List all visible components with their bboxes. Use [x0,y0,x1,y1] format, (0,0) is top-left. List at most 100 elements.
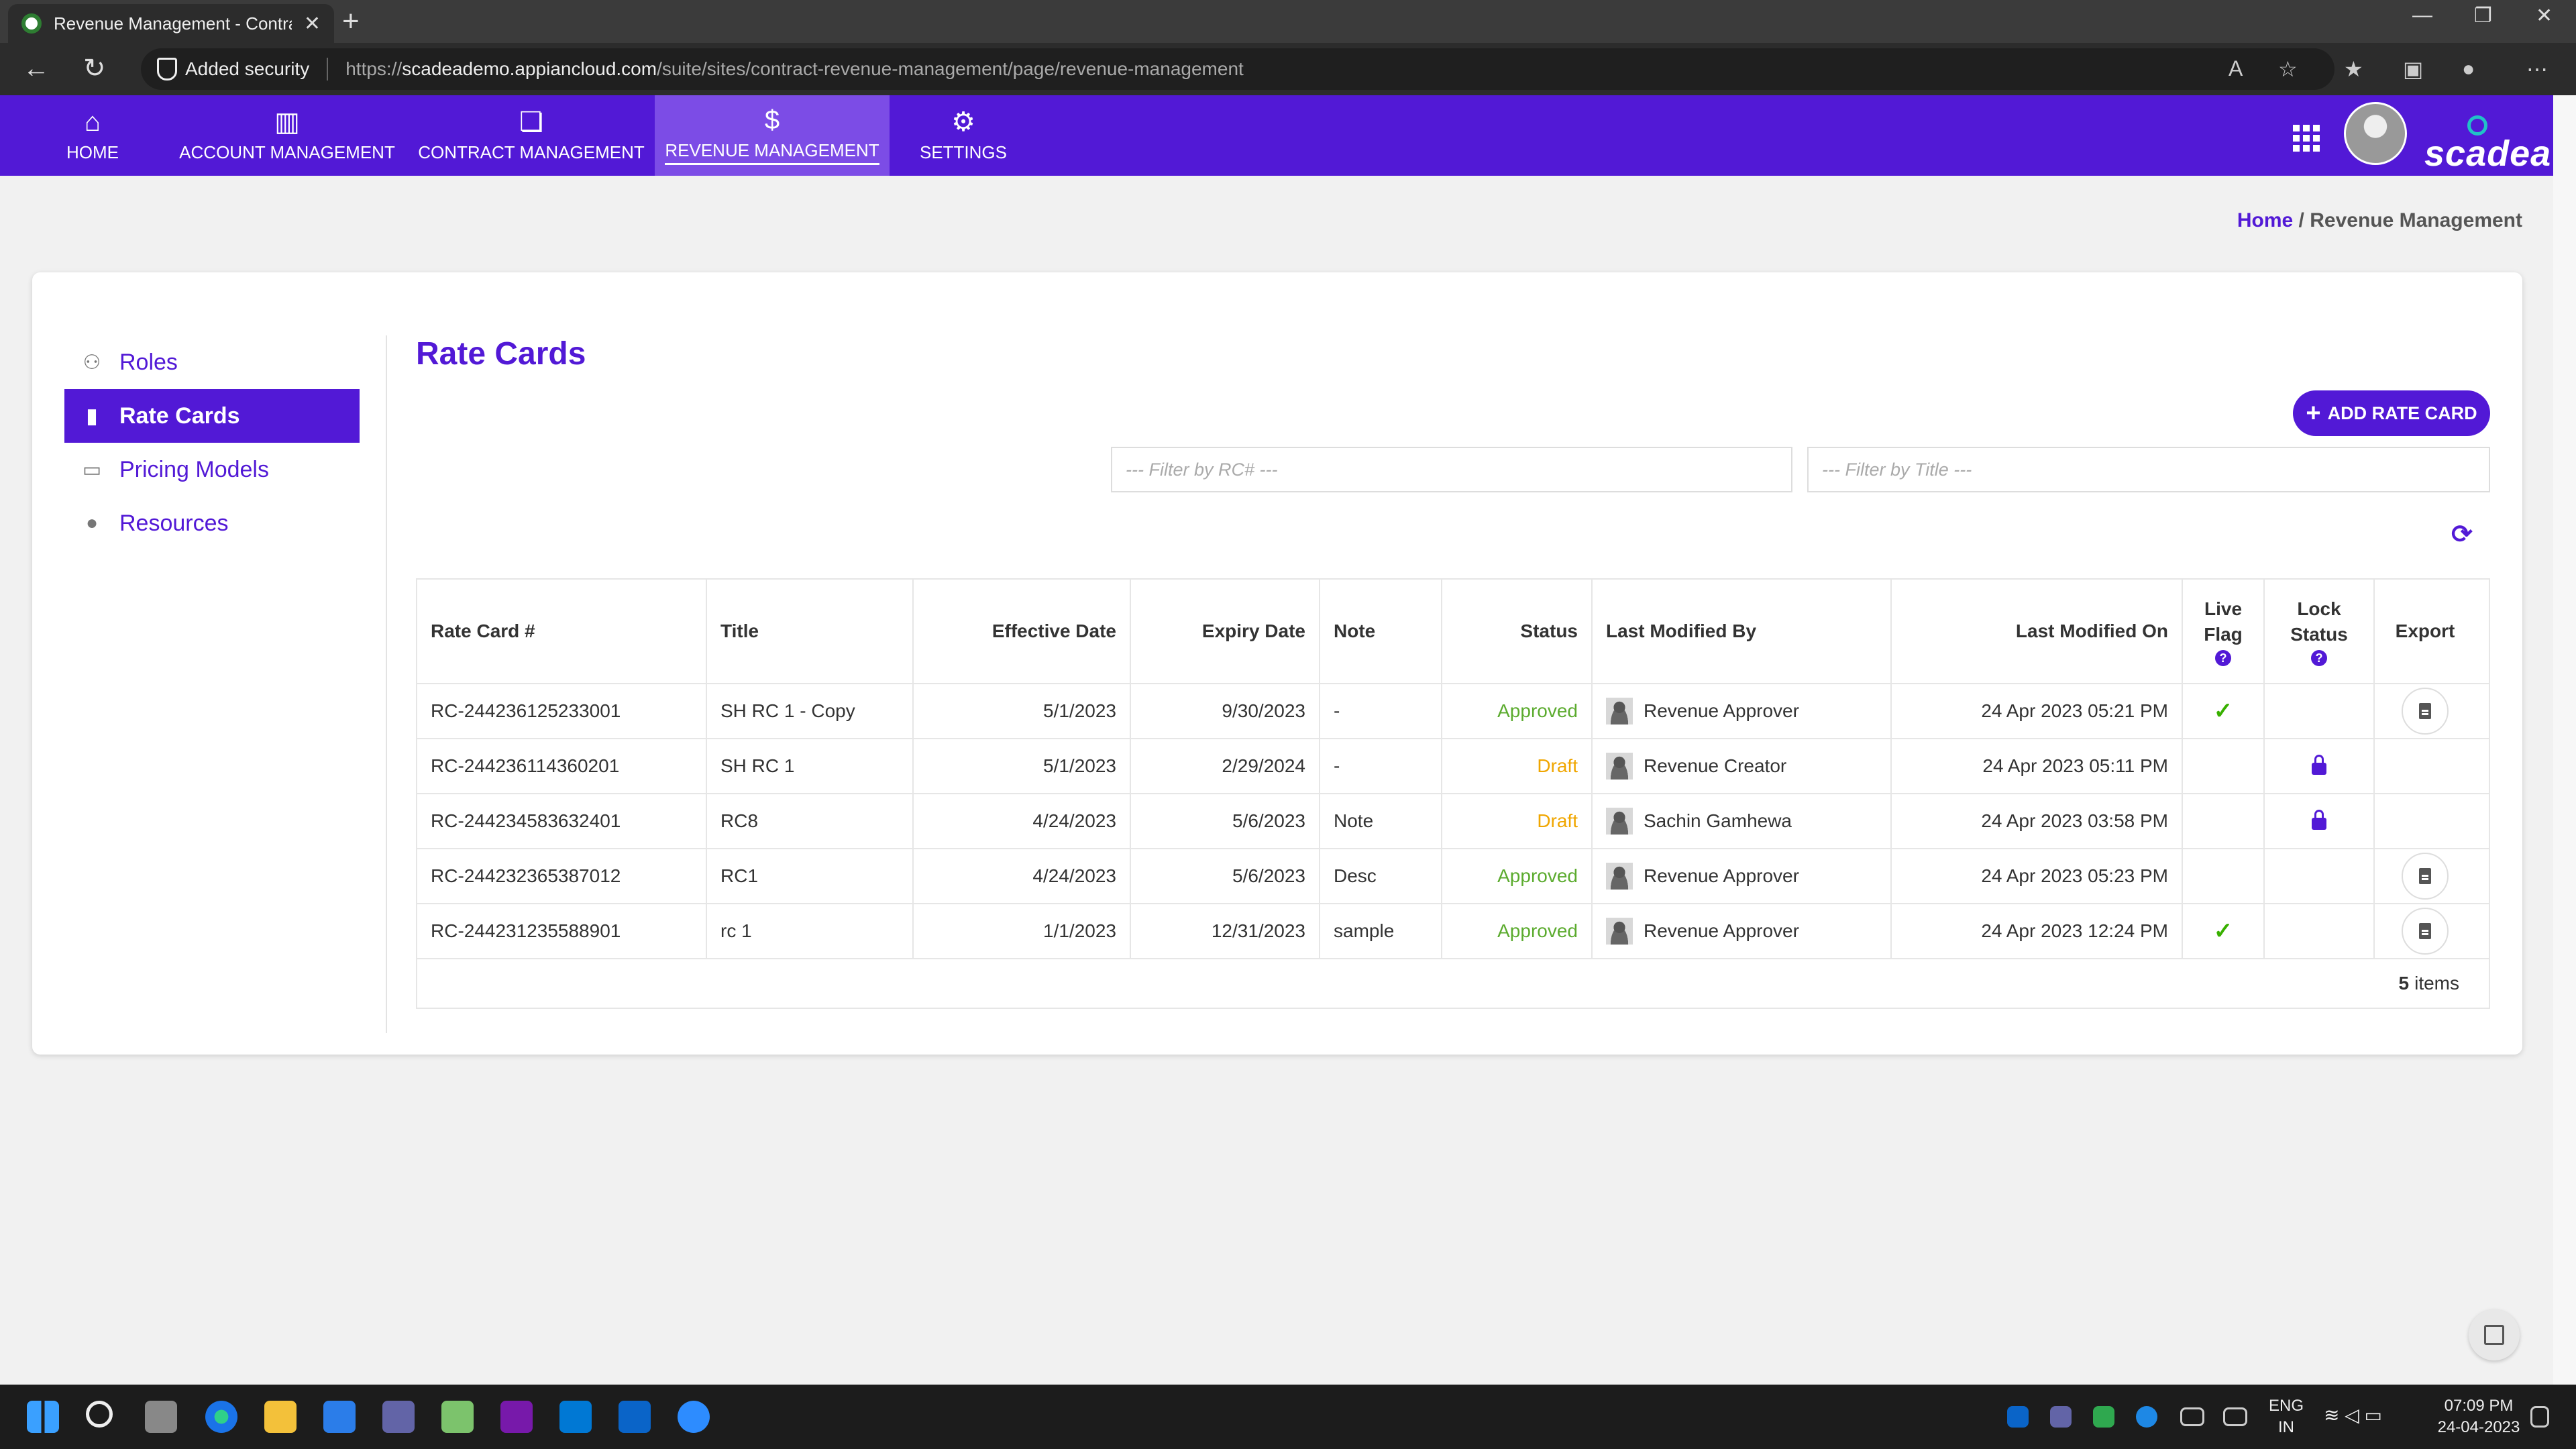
table-row[interactable]: RC-244236125233001 SH RC 1 - Copy 5/1/2023… [417,684,2489,739]
back-icon[interactable]: ← [23,55,50,82]
cell-export [2375,739,2475,793]
more-icon[interactable]: ⋯ [2526,56,2548,82]
table-row[interactable]: RC-244234583632401 RC8 4/24/2023 5/6/2023 No… [417,794,2489,849]
vscode-icon[interactable] [559,1401,592,1433]
refresh-icon[interactable]: ⟳ [2451,519,2473,549]
cell-expiry-date: 5/6/2023 [1131,794,1320,848]
favorite-add-icon[interactable]: ☆ [2278,56,2298,82]
edge-icon[interactable] [205,1401,237,1433]
export-button[interactable] [2402,853,2449,900]
cell-note: - [1320,684,1442,738]
start-icon[interactable] [27,1401,59,1433]
cell-last-modified-by: Revenue Creator [1593,739,1892,793]
url-path: /suite/sites/contract-revenue-management… [657,58,1244,79]
page-scrollbar[interactable] [2553,95,2576,1385]
breadcrumb-separator: / [2293,209,2310,231]
display-icon[interactable] [2223,1407,2247,1426]
col-title[interactable]: Title [707,580,914,683]
read-aloud-icon[interactable]: A [2229,56,2243,81]
table-row[interactable]: RC-244232365387012 RC1 4/24/2023 5/6/2023 De… [417,849,2489,904]
export-button[interactable] [2402,908,2449,955]
address-bar[interactable]: Added security https://scadeademo.appian… [141,48,2334,90]
cell-live-flag [2183,849,2265,903]
sidebar-item-roles[interactable]: ⚇ Roles [64,335,360,389]
status-badge: Draft [1442,739,1593,793]
filter-title-input[interactable] [1807,447,2490,492]
network-volume-battery[interactable]: ≋ ◁ ▭ [2324,1405,2438,1426]
nav-contract-label: CONTRACT MANAGEMENT [418,142,645,162]
browser-tab[interactable]: Revenue Management - Contrac ✕ [8,4,334,43]
col-status[interactable]: Status [1442,580,1593,683]
modified-by-name: Sachin Gamhewa [1644,810,1792,831]
modified-by-name: Revenue Creator [1644,755,1787,776]
task-view-icon[interactable] [145,1401,177,1433]
restore-icon[interactable]: ❐ [2474,4,2492,28]
add-rate-card-button[interactable]: + ADD RATE CARD [2293,390,2490,436]
file-explorer-icon[interactable] [264,1401,297,1433]
document-export-icon [2419,703,2431,719]
new-tab-button[interactable]: + [342,5,360,38]
nav-account-label: ACCOUNT MANAGEMENT [179,142,395,162]
user-avatar[interactable] [2344,102,2407,165]
clock[interactable]: 07:09 PM 24-04-2023 [2428,1395,2529,1438]
reload-icon[interactable]: ↻ [83,55,106,82]
col-note[interactable]: Note [1320,580,1442,683]
outlook-icon[interactable] [619,1401,651,1433]
cell-last-modified-on: 24 Apr 2023 05:11 PM [1892,739,2183,793]
profile-icon[interactable]: ● [2462,56,2475,81]
sidebar-item-resources[interactable]: ● Resources [64,496,360,550]
status-badge: Approved [1442,684,1593,738]
security-indicator[interactable]: Added security [157,58,309,80]
col-effective-date[interactable]: Effective Date [914,580,1131,683]
nav-revenue-management[interactable]: $ REVENUE MANAGEMENT [655,95,890,176]
sidebar-item-pricing-models[interactable]: ▭ Pricing Models [64,443,360,496]
nav-home[interactable]: ⌂ HOME [39,95,146,176]
cell-expiry-date: 5/6/2023 [1131,849,1320,903]
cell-rate-card: RC-244232365387012 [417,849,707,903]
notification-icon[interactable] [2530,1406,2549,1428]
sidebar-item-label: Pricing Models [119,456,269,482]
nav-settings[interactable]: ⚙ SETTINGS [903,95,1024,176]
onenote-icon[interactable] [500,1401,533,1433]
store-icon[interactable] [323,1401,356,1433]
minimize-icon[interactable]: — [2412,4,2432,27]
keyboard-icon[interactable] [2180,1407,2204,1426]
close-tab-icon[interactable]: ✕ [304,12,321,36]
security-label: Added security [185,58,310,79]
filter-rc-input[interactable] [1111,447,1792,492]
teams-icon[interactable] [382,1401,415,1433]
tray-outlook-icon[interactable] [2007,1406,2029,1428]
zoom-icon[interactable] [678,1401,710,1433]
person-icon: ● [85,512,99,534]
table-row[interactable]: RC-244231235588901 rc 1 1/1/2023 12/31/2023… [417,904,2489,959]
apps-grid-icon[interactable] [2293,125,2320,152]
col-rate-card[interactable]: Rate Card # [417,580,707,683]
col-last-modified-by[interactable]: Last Modified By [1593,580,1892,683]
cell-lock-status [2265,904,2375,958]
nav-account-management[interactable]: ▥ ACCOUNT MANAGEMENT [173,95,401,176]
notepad-icon[interactable] [441,1401,474,1433]
tray-app-icon[interactable] [2093,1406,2114,1428]
search-icon[interactable] [86,1401,113,1428]
language-indicator[interactable]: ENG IN [2259,1395,2313,1438]
col-live-flag: Live Flag? [2183,580,2265,683]
favorites-icon[interactable]: ★ [2344,56,2363,82]
table-row[interactable]: RC-244236114360201 SH RC 1 5/1/2023 2/29/20… [417,739,2489,794]
sidebar-item-rate-cards[interactable]: ▮ Rate Cards [64,389,360,443]
help-icon[interactable]: ? [2310,650,2327,666]
feedback-button[interactable] [2469,1309,2520,1360]
cell-last-modified-by: Revenue Approver [1593,904,1892,958]
breadcrumb-home[interactable]: Home [2237,209,2293,231]
col-expiry-date[interactable]: Expiry Date [1131,580,1320,683]
modified-by-name: Revenue Approver [1644,700,1799,721]
browser-tab-bar: Revenue Management - Contrac ✕ + — ❐ ✕ [0,0,2576,43]
collections-icon[interactable]: ▣ [2403,56,2423,82]
window-close-icon[interactable]: ✕ [2536,4,2553,28]
tray-teams-icon[interactable] [2050,1406,2072,1428]
col-last-modified-on[interactable]: Last Modified On [1892,580,2183,683]
export-button[interactable] [2402,688,2449,735]
cell-live-flag [2183,739,2265,793]
nav-contract-management[interactable]: ❏ CONTRACT MANAGEMENT [415,95,648,176]
help-icon[interactable]: ? [2215,650,2231,666]
onedrive-icon[interactable] [2136,1406,2157,1428]
